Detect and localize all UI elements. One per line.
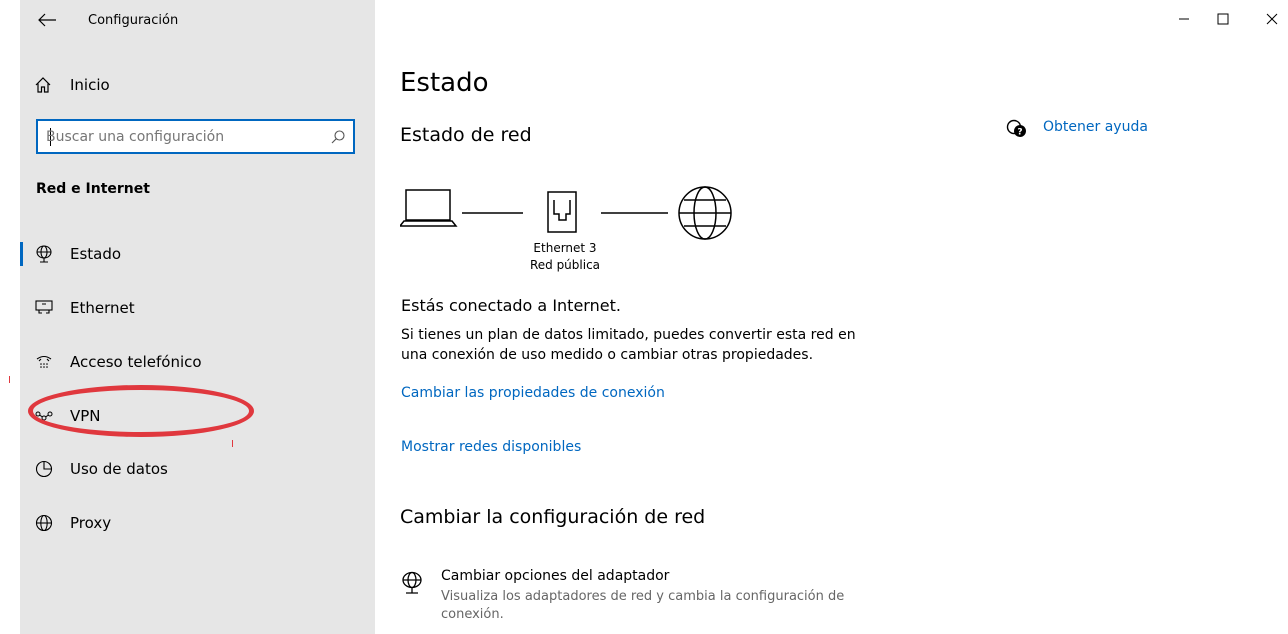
change-adapter-options[interactable]: Cambiar opciones del adaptador Visualiza… — [400, 568, 860, 628]
back-arrow-icon[interactable] — [36, 10, 58, 30]
search-input[interactable] — [46, 127, 316, 147]
sidebar-item-acceso-telefonico[interactable]: Acceso telefónico — [20, 342, 375, 382]
sidebar-item-uso-de-datos[interactable]: Uso de datos — [20, 449, 375, 489]
help-chat-icon: ? — [1006, 119, 1026, 138]
laptop-icon — [400, 189, 458, 227]
sidebar-item-label: VPN — [70, 407, 101, 425]
home-icon — [35, 77, 51, 93]
home-label: Inicio — [70, 76, 110, 94]
connected-status: Estás conectado a Internet. — [401, 296, 621, 315]
adapter-globe-icon — [402, 571, 422, 594]
home-button[interactable]: Inicio — [20, 68, 375, 102]
sidebar-item-estado[interactable]: Estado — [20, 234, 375, 274]
change-connection-properties-link[interactable]: Cambiar las propiedades de conexión — [401, 385, 665, 401]
adapter-title: Cambiar opciones del adaptador — [441, 568, 670, 584]
get-help-label: Obtener ayuda — [1043, 119, 1148, 135]
vpn-icon — [35, 411, 53, 421]
sidebar-item-label: Proxy — [70, 514, 112, 532]
annotation-mark — [9, 376, 10, 383]
active-indicator — [20, 242, 23, 266]
svg-text:?: ? — [1017, 128, 1022, 138]
sidebar-item-label: Ethernet — [70, 299, 135, 317]
connection-name: Ethernet 3 — [533, 241, 597, 255]
annotation-mark — [232, 440, 233, 447]
network-status-title: Estado de red — [400, 124, 532, 146]
connection-description: Si tienes un plan de datos limitado, pue… — [401, 327, 856, 363]
close-icon[interactable] — [1262, 10, 1282, 28]
sidebar: Configuración Inicio Red e Internet Esta… — [9, 0, 375, 634]
search-icon[interactable] — [330, 129, 346, 145]
title-bar: Configuración — [20, 0, 375, 44]
app-title: Configuración — [88, 13, 179, 28]
sidebar-item-vpn[interactable]: VPN — [20, 396, 375, 436]
minimize-icon[interactable] — [1174, 10, 1194, 28]
sidebar-item-label: Estado — [70, 245, 122, 263]
search-box[interactable] — [36, 119, 355, 154]
get-help-link[interactable]: ? Obtener ayuda — [1006, 118, 1166, 140]
show-available-networks-link[interactable]: Mostrar redes disponibles — [401, 439, 581, 455]
connection-type: Red pública — [529, 258, 601, 272]
sidebar-item-proxy[interactable]: Proxy — [20, 503, 375, 543]
globe-icon — [35, 514, 53, 532]
sidebar-item-label: Acceso telefónico — [70, 353, 202, 371]
sidebar-item-label: Uso de datos — [70, 460, 168, 478]
section-title: Red e Internet — [36, 181, 150, 197]
globe-network-icon — [36, 245, 52, 263]
connection-label: Ethernet 3 Red pública — [500, 240, 630, 274]
ethernet-icon — [35, 300, 53, 314]
internet-globe-icon — [678, 186, 732, 240]
data-usage-icon — [35, 460, 53, 478]
adapter-description: Visualiza los adaptadores de red y cambi… — [441, 589, 845, 622]
dialup-icon — [36, 355, 52, 368]
ethernet-port-icon — [547, 191, 577, 233]
maximize-icon[interactable] — [1213, 10, 1233, 28]
change-network-settings-title: Cambiar la configuración de red — [400, 506, 706, 528]
sidebar-item-ethernet[interactable]: Ethernet — [20, 288, 375, 328]
page-title: Estado — [400, 68, 489, 98]
